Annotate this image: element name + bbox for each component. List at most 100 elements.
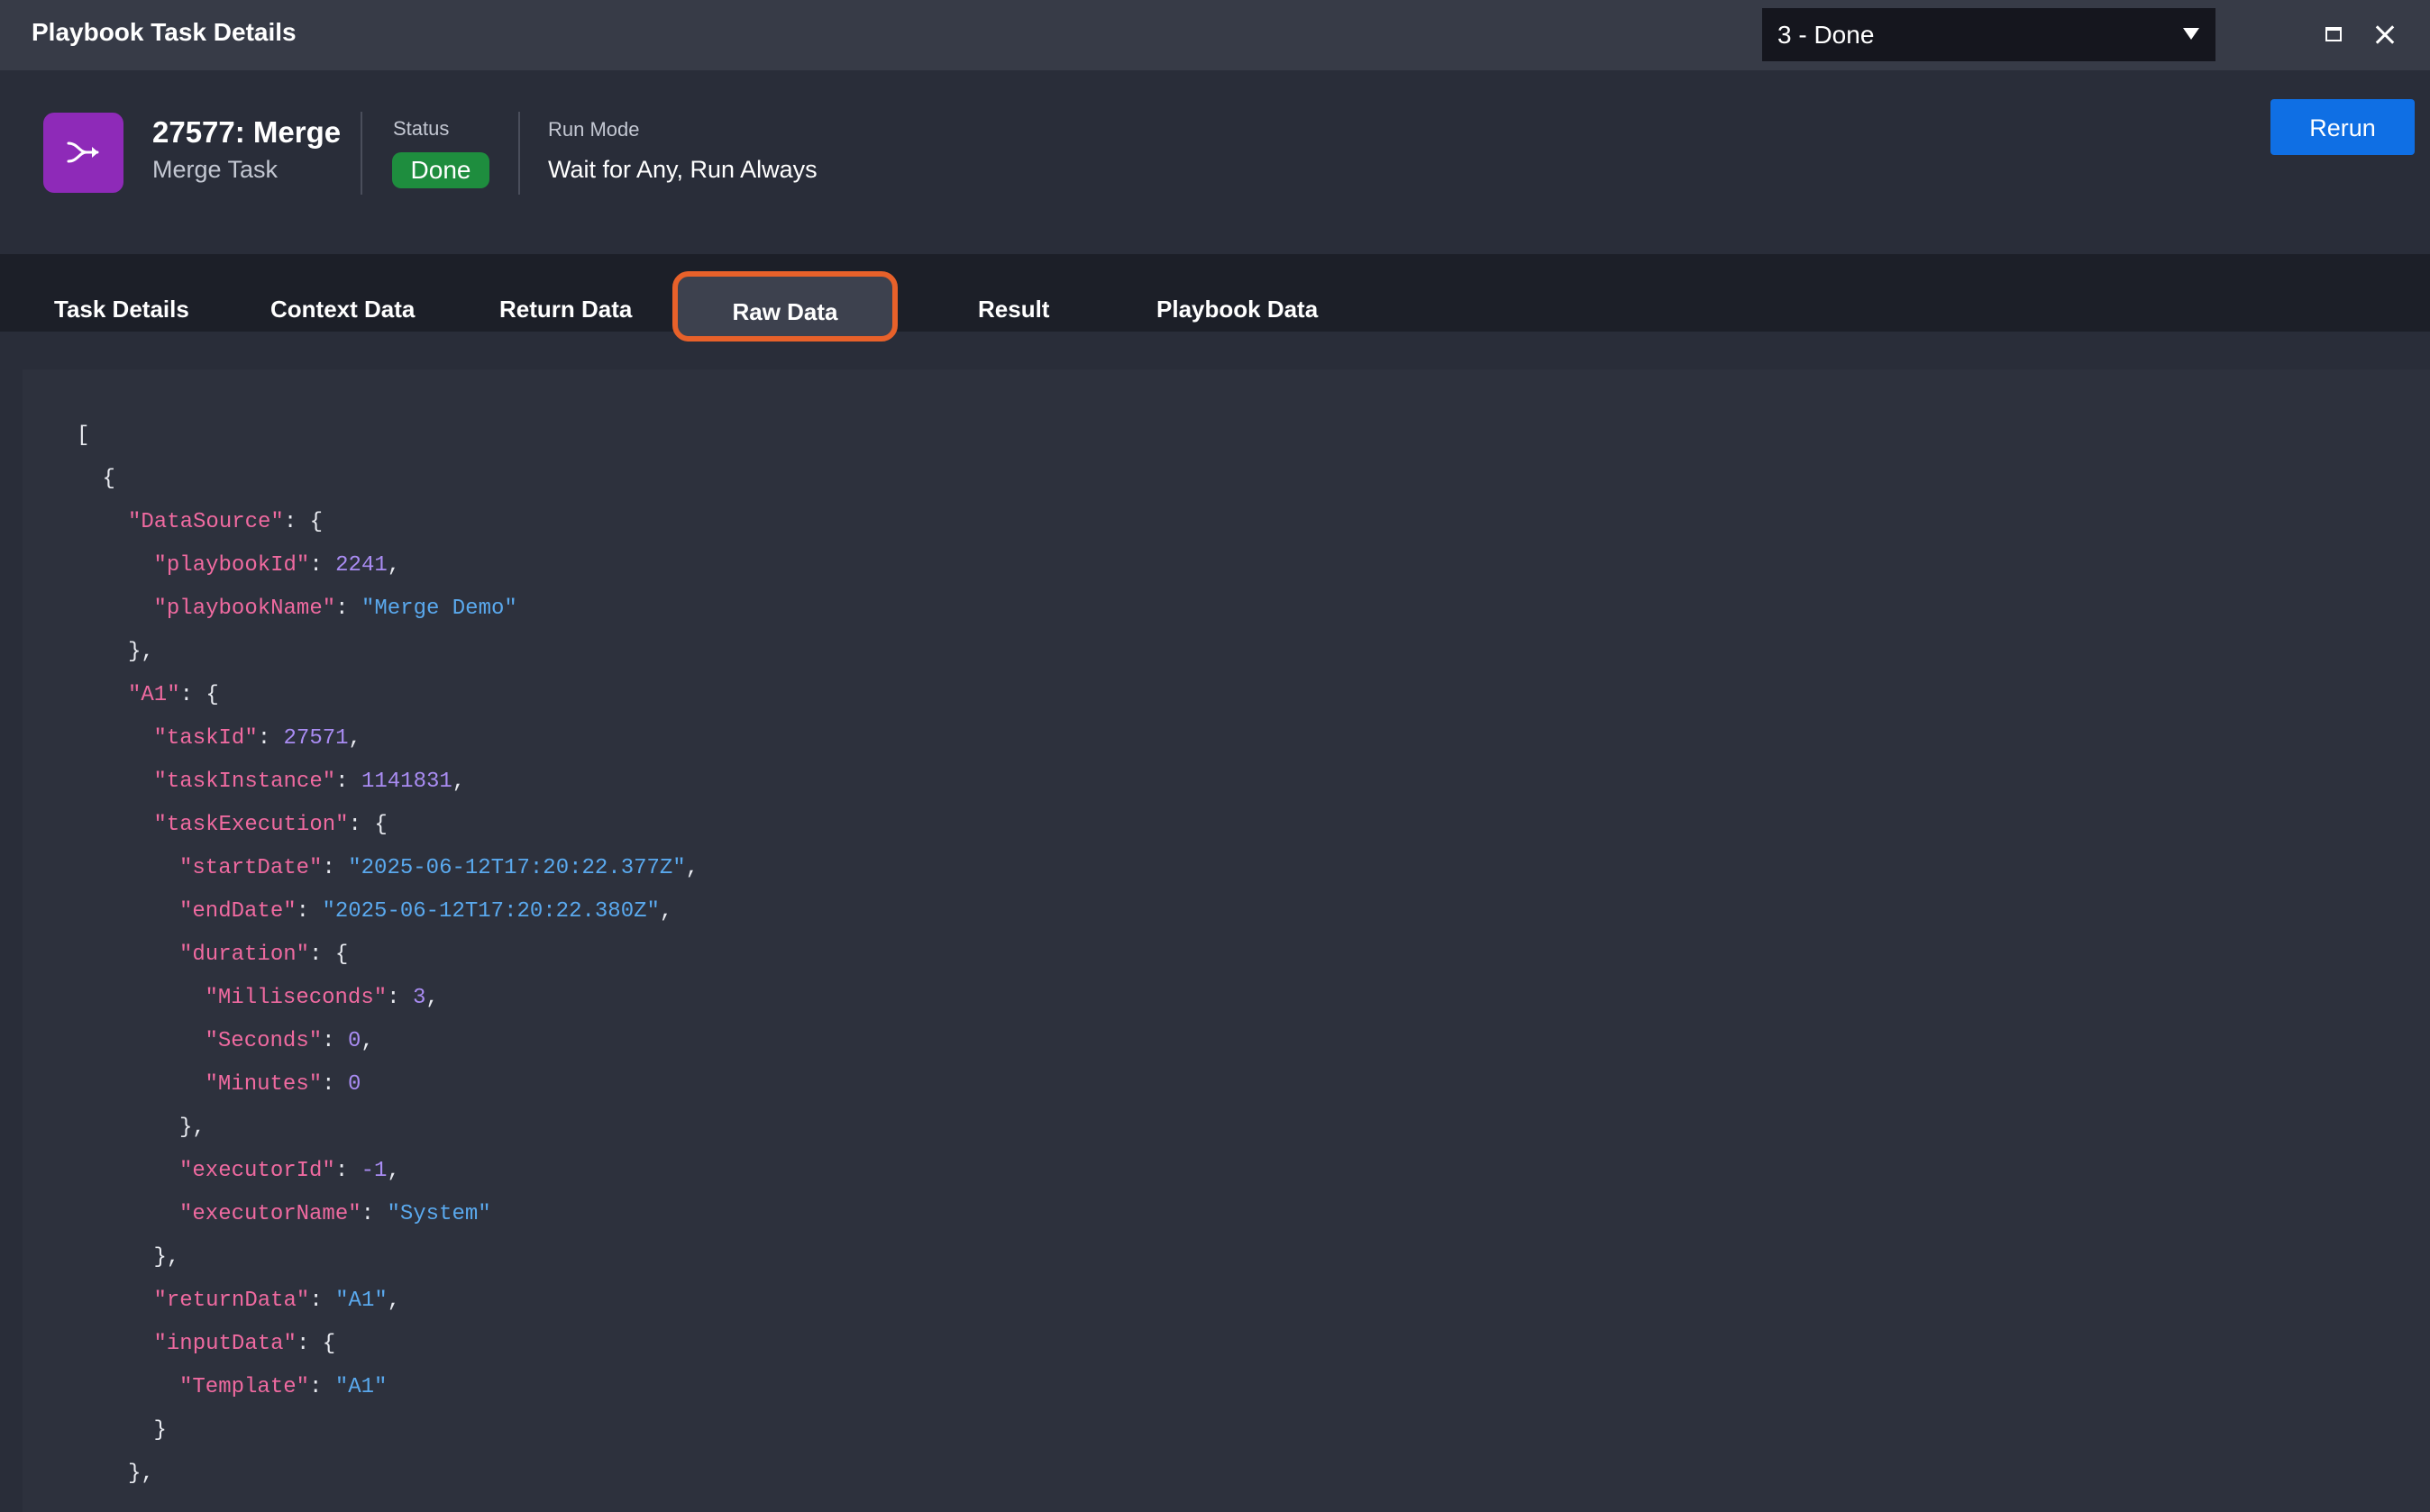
task-state-value: 3 - Done — [1777, 21, 1875, 49]
window-title: Playbook Task Details — [32, 18, 297, 46]
json-line: "Template": "A1" — [23, 1366, 699, 1409]
raw-data-json: [{"DataSource": {"playbookId": 2241, "pla… — [23, 414, 699, 1496]
json-token: : — [309, 1289, 336, 1313]
chevron-down-icon — [2183, 28, 2199, 40]
tab-result[interactable]: Result — [978, 254, 1049, 332]
tab-playbook-data[interactable]: Playbook Data — [1156, 254, 1318, 332]
json-token: "executorId" — [179, 1159, 335, 1183]
json-token: "DataSource" — [128, 510, 284, 534]
json-token: "Template" — [179, 1375, 310, 1399]
json-line: "taskInstance": 1141831, — [23, 761, 699, 804]
json-token: }, — [179, 1116, 206, 1140]
json-token: , — [387, 1159, 400, 1183]
status-badge: Done — [392, 152, 489, 188]
json-token: , — [659, 899, 673, 924]
title-bar: Playbook Task Details 3 - Done — [0, 0, 2430, 70]
json-line: }, — [23, 1107, 699, 1150]
json-token: , — [387, 553, 401, 578]
tab-raw-data[interactable]: Raw Data — [672, 271, 898, 342]
json-token: : { — [296, 1332, 336, 1356]
json-token: "Seconds" — [205, 1029, 323, 1053]
json-token: : — [309, 553, 336, 578]
json-token: "A1" — [334, 1375, 388, 1399]
header-divider — [518, 112, 520, 195]
json-token: } — [153, 1418, 167, 1443]
json-token: : { — [309, 943, 349, 967]
json-token: "taskInstance" — [153, 770, 336, 794]
task-header: 27577: Merge Merge Task Status Done Run … — [0, 70, 2430, 254]
tab-context-data[interactable]: Context Data — [270, 254, 415, 332]
json-token: : — [335, 597, 361, 621]
close-button[interactable] — [2371, 20, 2401, 50]
json-line: } — [23, 1409, 699, 1453]
json-token: : — [387, 986, 413, 1010]
json-token: "taskId" — [153, 726, 258, 751]
json-line: "startDate": "2025-06-12T17:20:22.377Z", — [23, 847, 699, 890]
json-token: "startDate" — [179, 856, 323, 880]
json-line: "returnData": "A1", — [23, 1280, 699, 1323]
header-divider — [361, 112, 362, 195]
json-token: : — [296, 899, 323, 924]
json-line: "duration": { — [23, 934, 699, 977]
json-token: , — [387, 1289, 401, 1313]
json-token: : — [257, 726, 284, 751]
run-mode-label: Run Mode — [548, 118, 640, 141]
raw-data-panel: [{"DataSource": {"playbookId": 2241, "pla… — [23, 369, 2430, 1512]
json-token: "endDate" — [179, 899, 297, 924]
merge-icon-glyph — [67, 141, 99, 163]
json-token: : — [335, 770, 361, 794]
json-token: : — [361, 1202, 388, 1226]
json-token: "duration" — [179, 943, 310, 967]
json-token: , — [348, 726, 361, 751]
json-line: "Minutes": 0 — [23, 1063, 699, 1107]
json-token: : — [322, 856, 349, 880]
json-token: "taskExecution" — [153, 813, 349, 837]
json-token: : — [334, 1159, 361, 1183]
task-state-select[interactable]: 3 - Done — [1762, 8, 2215, 61]
tab-return-data[interactable]: Return Data — [499, 254, 632, 332]
json-token: , — [685, 856, 699, 880]
json-token: "returnData" — [153, 1289, 310, 1313]
json-line: "executorName": "System" — [23, 1193, 699, 1236]
maximize-button[interactable] — [2319, 20, 2350, 50]
task-type: Merge Task — [152, 156, 279, 183]
json-token: 2241 — [335, 553, 388, 578]
json-line: }, — [23, 1236, 699, 1280]
json-token: 0 — [347, 1029, 361, 1053]
json-token: { — [102, 467, 115, 491]
json-token: "Merge Demo" — [361, 597, 517, 621]
json-line: "Seconds": 0, — [23, 1020, 699, 1063]
json-line: "playbookId": 2241, — [23, 544, 699, 587]
json-line: "A1": { — [23, 674, 699, 717]
json-token: "2025-06-12T17:20:22.380Z" — [322, 899, 660, 924]
json-token: "playbookName" — [153, 597, 336, 621]
json-token: [ — [77, 424, 90, 448]
json-token: "playbookId" — [153, 553, 310, 578]
json-token: "2025-06-12T17:20:22.377Z" — [348, 856, 686, 880]
json-token: "executorName" — [179, 1202, 361, 1226]
json-token: }, — [128, 640, 154, 664]
json-line: "executorId": -1, — [23, 1150, 699, 1193]
task-name: 27577: Merge — [152, 115, 342, 149]
json-token: "Minutes" — [205, 1072, 323, 1097]
json-line: "inputData": { — [23, 1323, 699, 1366]
tab-task-details[interactable]: Task Details — [54, 254, 189, 332]
json-token: 0 — [347, 1072, 361, 1097]
json-token: -1 — [361, 1159, 388, 1183]
json-token: : — [322, 1029, 348, 1053]
json-token: 1141831 — [361, 770, 452, 794]
json-line: "taskExecution": { — [23, 804, 699, 847]
json-line: "Milliseconds": 3, — [23, 977, 699, 1020]
status-label: Status — [393, 117, 450, 140]
json-token: }, — [153, 1245, 180, 1270]
json-token: "System" — [387, 1202, 491, 1226]
json-line: "DataSource": { — [23, 501, 699, 544]
json-line: "playbookName": "Merge Demo" — [23, 587, 699, 631]
json-token: : — [309, 1375, 335, 1399]
rerun-button[interactable]: Rerun — [2270, 99, 2415, 155]
json-token: : { — [179, 683, 219, 707]
json-line: }, — [23, 1453, 699, 1496]
json-token: , — [425, 986, 439, 1010]
json-token: "inputData" — [153, 1332, 297, 1356]
json-token: }, — [128, 1462, 154, 1486]
